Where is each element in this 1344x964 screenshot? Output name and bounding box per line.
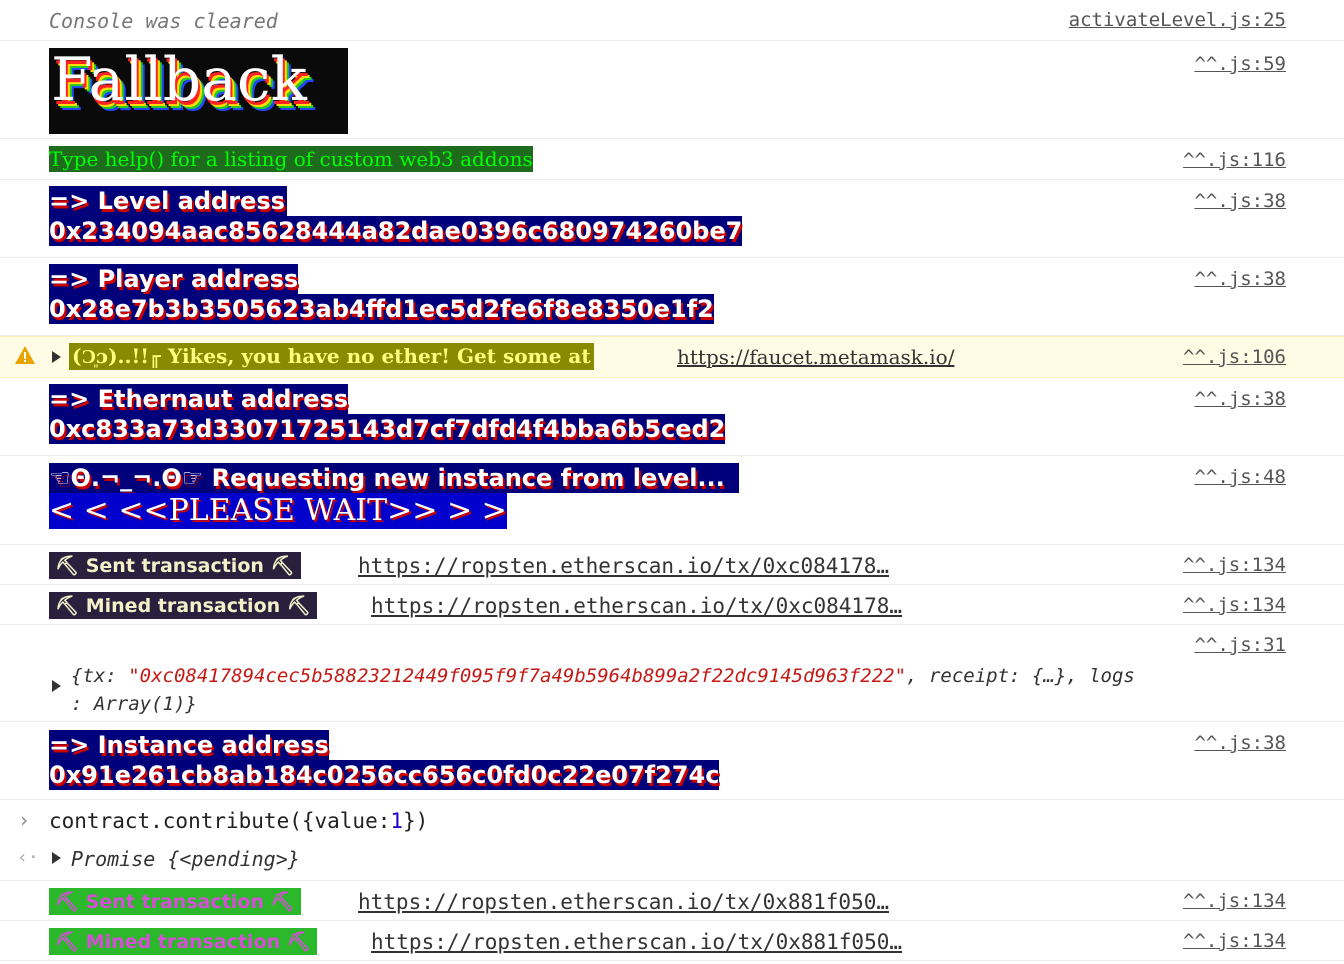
sent-transaction-badge: ⛏ Sent transaction ⛏ — [49, 888, 301, 915]
ethernaut-address-block: => Ethernaut address 0xc833a73d330717251… — [49, 384, 726, 444]
tx-object[interactable]: {tx: "0xc08417894cec5b58823212449f095f9f… — [71, 662, 1311, 718]
source-link[interactable]: ^^.js:38 — [1194, 732, 1286, 754]
player-address-value: 0x28e7b3b3505623ab4ffd1ec5d2fe6f8e8350e1… — [49, 294, 714, 324]
requesting-message: ☜Θ.¬_¬.Θ☞ Requesting new instance from l… — [49, 463, 739, 493]
instance-address-label: => Instance address — [49, 730, 329, 760]
command-row: › contract.contribute({value:1}) — [0, 800, 1344, 840]
warning-triangle-icon — [14, 345, 36, 370]
fallback-banner: Fallback Fallback Fallback Fallback Fall… — [49, 48, 348, 134]
instance-address-row: => Instance address 0x91e261cb8ab184c025… — [0, 722, 1344, 800]
player-address-row: => Player address 0x28e7b3b3505623ab4ffd… — [0, 258, 1344, 336]
tx-object-rest: , receipt: {…}, logs — [906, 665, 1135, 687]
etherscan-link[interactable]: https://ropsten.etherscan.io/tx/0xc08417… — [358, 554, 889, 578]
ethernaut-address-value: 0xc833a73d33071725143d7cf7dfd4f4bba6b5ce… — [49, 414, 726, 444]
ethernaut-address-label: => Ethernaut address — [49, 384, 349, 414]
mined-transaction-row: ⛏ Mined transaction ⛏ https://ropsten.et… — [0, 921, 1344, 961]
source-link[interactable]: ^^.js:48 — [1194, 466, 1286, 488]
command-suffix: }) — [403, 809, 429, 833]
source-link[interactable]: activateLevel.js:25 — [1069, 9, 1286, 31]
command-value: 1 — [390, 809, 404, 833]
triangle-expand-icon[interactable] — [52, 351, 61, 363]
tx-hash-string: "0xc08417894cec5b58823212449f095f9f7a49b… — [128, 665, 907, 687]
source-link[interactable]: ^^.js:31 — [1194, 634, 1286, 656]
source-link[interactable]: ^^.js:134 — [1183, 890, 1286, 912]
fallback-row: Fallback Fallback Fallback Fallback Fall… — [0, 41, 1344, 139]
sent-transaction-row: ⛏ Sent transaction ⛏ https://ropsten.eth… — [0, 545, 1344, 585]
level-address-value: 0x234094aac85628444a82dae0396c680974260b… — [49, 216, 743, 246]
promise-row: ‹· Promise {<pending>} — [0, 840, 1344, 881]
fallback-title: Fallback — [51, 48, 307, 115]
instance-address-block: => Instance address 0x91e261cb8ab184c025… — [49, 730, 720, 790]
level-address-label: => Level address — [49, 186, 287, 216]
chevron-right-icon: › — [18, 808, 31, 832]
command-text[interactable]: contract.contribute({value:1}) — [49, 809, 428, 833]
ethernaut-address-row: => Ethernaut address 0xc833a73d330717251… — [0, 378, 1344, 456]
etherscan-link[interactable]: https://ropsten.etherscan.io/tx/0x881f05… — [371, 930, 902, 954]
etherscan-link[interactable]: https://ropsten.etherscan.io/tx/0xc08417… — [371, 594, 902, 618]
instance-address-value: 0x91e261cb8ab184c0256cc656c0fd0c22e07f27… — [49, 760, 720, 790]
mined-transaction-badge: ⛏ Mined transaction ⛏ — [49, 928, 317, 955]
triangle-expand-icon[interactable] — [52, 680, 61, 692]
please-wait-banner: < < <<PLEASE WAIT>> > > — [49, 493, 507, 529]
tx-object-logs: : Array(1)} — [71, 693, 197, 715]
source-link[interactable]: ^^.js:134 — [1183, 554, 1286, 576]
source-link[interactable]: ^^.js:38 — [1194, 388, 1286, 410]
player-address-label: => Player address — [49, 264, 299, 294]
source-link[interactable]: ^^.js:134 — [1183, 930, 1286, 952]
promise-text[interactable]: Promise {<pending>} — [71, 847, 300, 871]
triangle-expand-icon[interactable] — [52, 852, 61, 864]
mined-transaction-badge: ⛏ Mined transaction ⛏ — [49, 592, 317, 619]
help-message: Type help() for a listing of custom web3… — [49, 146, 533, 172]
source-link[interactable]: ^^.js:38 — [1194, 268, 1286, 290]
result-arrow-icon: ‹· — [17, 847, 39, 868]
console-cleared-row: Console was cleared activateLevel.js:25 — [0, 0, 1344, 41]
sent-transaction-badge: ⛏ Sent transaction ⛏ — [49, 552, 301, 579]
etherscan-link[interactable]: https://ropsten.etherscan.io/tx/0x881f05… — [358, 890, 889, 914]
help-row: Type help() for a listing of custom web3… — [0, 139, 1344, 180]
source-link[interactable]: ^^.js:134 — [1183, 594, 1286, 616]
mined-transaction-row: ⛏ Mined transaction ⛏ https://ropsten.et… — [0, 585, 1344, 625]
console-cleared-text: Console was cleared — [49, 9, 278, 33]
level-address-row: => Level address 0x234094aac85628444a82d… — [0, 180, 1344, 258]
faucet-link[interactable]: https://faucet.metamask.io/ — [677, 345, 954, 369]
tx-object-row: ^^.js:31 {tx: "0xc08417894cec5b588232124… — [0, 625, 1344, 722]
sent-transaction-row: ⛏ Sent transaction ⛏ https://ropsten.eth… — [0, 881, 1344, 921]
tx-object-open: {tx: — [71, 665, 129, 687]
player-address-block: => Player address 0x28e7b3b3505623ab4ffd… — [49, 264, 714, 324]
requesting-block: ☜Θ.¬_¬.Θ☞ Requesting new instance from l… — [49, 463, 739, 529]
warning-row: (Ɔ͈ɔ)..!!╓ Yikes, you have no ether! Get… — [0, 336, 1344, 378]
source-link[interactable]: ^^.js:59 — [1194, 53, 1286, 75]
level-address-block: => Level address 0x234094aac85628444a82d… — [49, 186, 743, 246]
source-link[interactable]: ^^.js:116 — [1183, 149, 1286, 171]
command-prefix: contract.contribute({value: — [49, 809, 391, 833]
source-link[interactable]: ^^.js:106 — [1183, 346, 1286, 368]
warning-message: (Ɔ͈ɔ)..!!╓ Yikes, you have no ether! Get… — [69, 343, 594, 370]
requesting-row: ☜Θ.¬_¬.Θ☞ Requesting new instance from l… — [0, 456, 1344, 545]
source-link[interactable]: ^^.js:38 — [1194, 190, 1286, 212]
